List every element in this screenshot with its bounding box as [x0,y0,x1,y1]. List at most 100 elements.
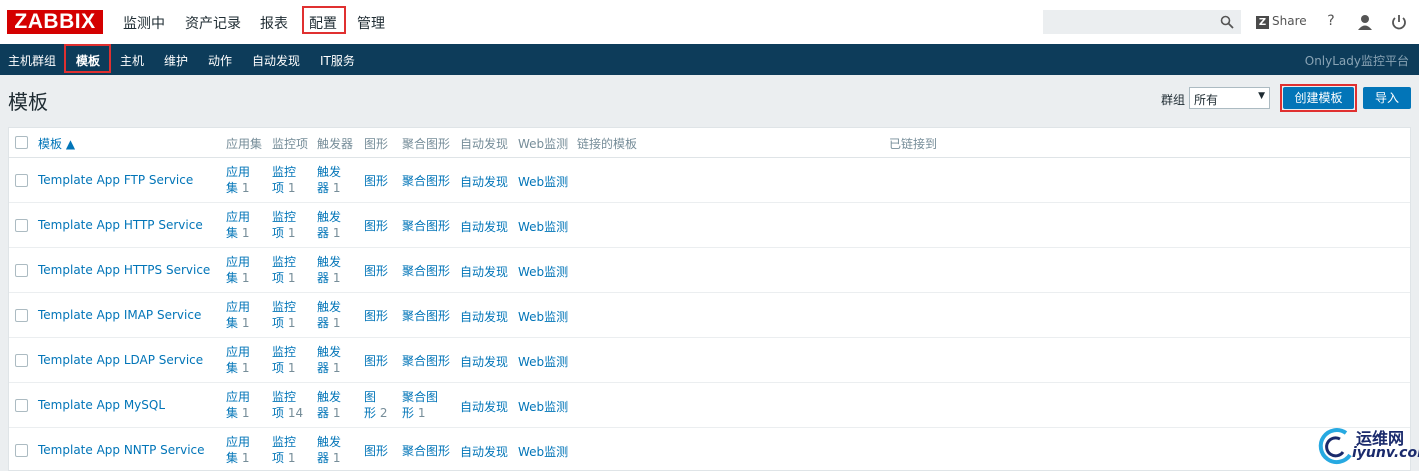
screens-link[interactable]: 聚合图形 [402,308,458,324]
submenu-actions[interactable]: 动作 [208,52,232,69]
applications-link[interactable]: 应用集 1 [226,164,268,196]
graphs-link[interactable]: 图形 [364,353,406,369]
triggers-link[interactable]: 触发器 1 [317,299,359,331]
items-link[interactable]: 监控项 1 [272,344,314,376]
template-name-link[interactable]: Template App FTP Service [38,173,193,187]
screens-link-label: 聚合图形 [402,174,451,188]
discovery-link[interactable]: 自动发现 [460,398,508,415]
screens-link-label: 聚合图形 [402,219,451,233]
screens-link[interactable]: 聚合图形 [402,173,458,189]
triggers-link[interactable]: 触发器 1 [317,389,359,421]
group-filter-value: 所有 [1194,93,1219,107]
template-name-link[interactable]: Template App HTTPS Service [38,263,210,277]
web-link[interactable]: Web监测 [518,353,568,370]
template-name-link[interactable]: Template App IMAP Service [38,308,201,322]
web-link[interactable]: Web监测 [518,173,568,190]
table-row: Template App MySQL 应用集 1 监控项 14 触发器 1图形 2 聚合… [9,383,1410,428]
share-link[interactable]: Z Share [1256,14,1307,29]
web-link[interactable]: Web监测 [518,308,568,325]
items-link[interactable]: 监控项 1 [272,254,314,286]
applications-link[interactable]: 应用集 1 [226,434,268,466]
screens-link-label2: 形 [402,406,415,420]
screens-link[interactable]: 聚合图形 [402,263,458,279]
screens-link[interactable]: 聚合图形 1 [402,389,458,421]
web-link[interactable]: Web监测 [518,443,568,460]
graphs-link[interactable]: 图形 [364,218,406,234]
items-link[interactable]: 监控项 1 [272,299,314,331]
menu-reports[interactable]: 报表 [260,13,288,33]
applications-link-label2: 集 [226,181,239,195]
group-filter-select[interactable]: 所有 ▼ [1189,87,1270,109]
row-checkbox[interactable] [15,444,28,457]
submenu-it-services[interactable]: IT服务 [320,52,355,69]
submenu-maintenance[interactable]: 维护 [164,52,188,69]
help-icon[interactable]: ? [1322,13,1340,31]
screens-link[interactable]: 聚合图形 [402,353,458,369]
screens-link[interactable]: 聚合图形 [402,443,458,459]
power-icon[interactable] [1390,13,1408,31]
items-link-label: 监控 [272,300,297,314]
applications-link[interactable]: 应用集 1 [226,254,268,286]
graphs-link[interactable]: 图形 [364,308,406,324]
select-all-checkbox[interactable] [15,136,28,149]
graphs-link-label: 图 [364,390,377,404]
applications-link[interactable]: 应用集 1 [226,209,268,241]
row-checkbox[interactable] [15,354,28,367]
menu-administration[interactable]: 管理 [357,13,385,33]
applications-link[interactable]: 应用集 1 [226,344,268,376]
import-button[interactable]: 导入 [1363,87,1411,109]
graphs-link[interactable]: 图形 [364,263,406,279]
graphs-link[interactable]: 图形 [364,173,406,189]
template-name-link[interactable]: Template App NNTP Service [38,443,205,457]
row-checkbox[interactable] [15,309,28,322]
template-name-link[interactable]: Template App LDAP Service [38,353,203,367]
items-link-label: 监控 [272,255,297,269]
template-name-link[interactable]: Template App MySQL [38,398,165,412]
highlight-create-template [1280,84,1357,112]
discovery-link[interactable]: 自动发现 [460,353,508,370]
applications-link[interactable]: 应用集 1 [226,299,268,331]
triggers-link[interactable]: 触发器 1 [317,344,359,376]
triggers-link[interactable]: 触发器 1 [317,254,359,286]
template-name-link[interactable]: Template App HTTP Service [38,218,203,232]
items-link[interactable]: 监控项 1 [272,164,314,196]
triggers-link[interactable]: 触发器 1 [317,434,359,466]
search-input[interactable] [1043,10,1241,34]
screens-link-label: 聚合图形 [402,264,451,278]
discovery-link[interactable]: 自动发现 [460,308,508,325]
discovery-link[interactable]: 自动发现 [460,443,508,460]
applications-link-label2: 集 [226,316,239,330]
triggers-link[interactable]: 触发器 1 [317,209,359,241]
zabbix-logo[interactable]: ZABBIX [7,10,103,34]
graphs-link-label: 图形 [364,309,389,323]
applications-link[interactable]: 应用集 1 [226,389,268,421]
screens-link[interactable]: 聚合图形 [402,218,458,234]
web-link[interactable]: Web监测 [518,398,568,415]
discovery-link[interactable]: 自动发现 [460,263,508,280]
row-checkbox[interactable] [15,399,28,412]
items-link[interactable]: 监控项 1 [272,209,314,241]
submenu-host-groups[interactable]: 主机群组 [8,52,56,69]
row-checkbox[interactable] [15,219,28,232]
items-link-count: 1 [287,316,296,330]
triggers-link-label: 触发 [317,345,342,359]
items-link[interactable]: 监控项 1 [272,434,314,466]
items-link[interactable]: 监控项 14 [272,389,314,421]
graphs-link[interactable]: 图形 [364,443,406,459]
discovery-link[interactable]: 自动发现 [460,218,508,235]
web-link[interactable]: Web监测 [518,218,568,235]
web-link[interactable]: Web监测 [518,263,568,280]
menu-monitoring[interactable]: 监测中 [123,13,165,33]
items-link-label: 监控 [272,390,297,404]
graphs-link[interactable]: 图形 2 [364,389,406,421]
submenu-discovery[interactable]: 自动发现 [252,52,300,69]
menu-inventory[interactable]: 资产记录 [185,13,241,33]
user-profile-icon[interactable] [1356,13,1374,31]
discovery-link[interactable]: 自动发现 [460,173,508,190]
triggers-link[interactable]: 触发器 1 [317,164,359,196]
row-checkbox[interactable] [15,174,28,187]
submenu-hosts[interactable]: 主机 [120,52,144,69]
col-template[interactable]: 模板 ▲ [38,135,75,152]
search-icon[interactable] [1220,15,1234,29]
row-checkbox[interactable] [15,264,28,277]
